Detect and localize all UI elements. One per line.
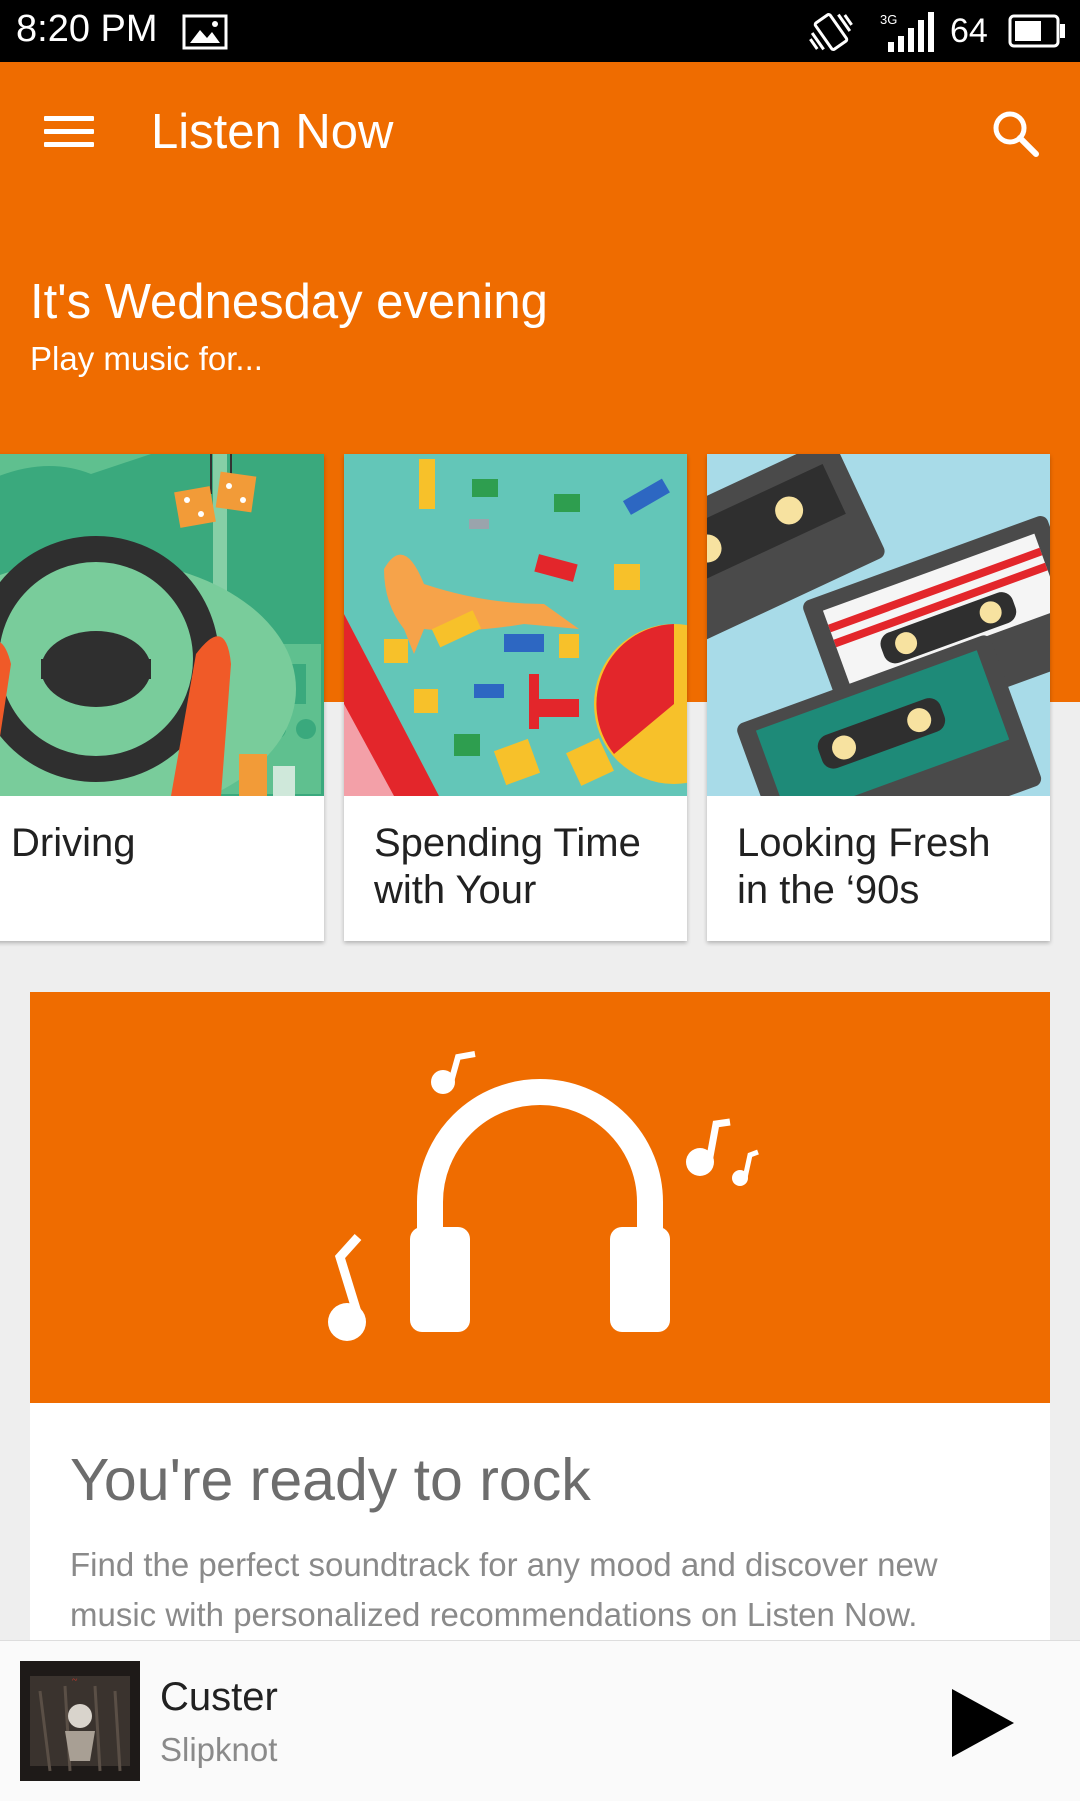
menu-icon[interactable]	[38, 108, 100, 158]
promo-title: You're ready to rock	[70, 1447, 591, 1513]
play-icon[interactable]	[942, 1683, 1022, 1763]
headphones-icon	[328, 1051, 759, 1341]
page-title: Listen Now	[151, 105, 394, 159]
activity-card-label: Looking Fresh in the ‘90s	[737, 821, 991, 912]
status-time: 8:20 PM	[16, 8, 158, 50]
activity-card-90s[interactable]: Looking Fresh in the ‘90s	[707, 454, 1050, 941]
activity-card-label: Spending Time with Your	[374, 821, 641, 912]
status-bar: 8:20 PM 3G 64	[0, 0, 1080, 62]
track-artist: Slipknot	[160, 1731, 278, 1768]
greeting-subtitle: Play music for...	[30, 340, 263, 377]
activity-card-family[interactable]: Spending Time with Your	[344, 454, 687, 941]
network-type: 3G	[880, 12, 897, 27]
track-title: Custer	[160, 1675, 278, 1719]
svg-text:~: ~	[72, 1675, 78, 1686]
battery-level: 64	[950, 12, 988, 50]
cassette-artwork	[707, 454, 1050, 796]
promo-description: Find the perfect soundtrack for any mood…	[70, 1546, 938, 1633]
signal-icon: 3G	[880, 12, 934, 52]
search-icon[interactable]	[988, 106, 1044, 162]
activity-card-driving[interactable]: Driving	[0, 454, 324, 941]
promo-card: You're ready to rock Find the perfect so…	[30, 992, 1050, 1642]
album-art: ~	[20, 1661, 140, 1781]
vibrate-icon	[809, 13, 853, 51]
now-playing-bar[interactable]: ~ Custer Slipknot	[0, 1640, 1080, 1801]
family-artwork	[344, 454, 687, 796]
promo-banner	[30, 992, 1050, 1403]
battery-icon	[1008, 14, 1065, 48]
activity-card-label: Driving	[11, 821, 136, 865]
image-icon	[182, 14, 228, 50]
greeting-title: It's Wednesday evening	[30, 275, 548, 329]
driving-artwork	[0, 454, 324, 796]
